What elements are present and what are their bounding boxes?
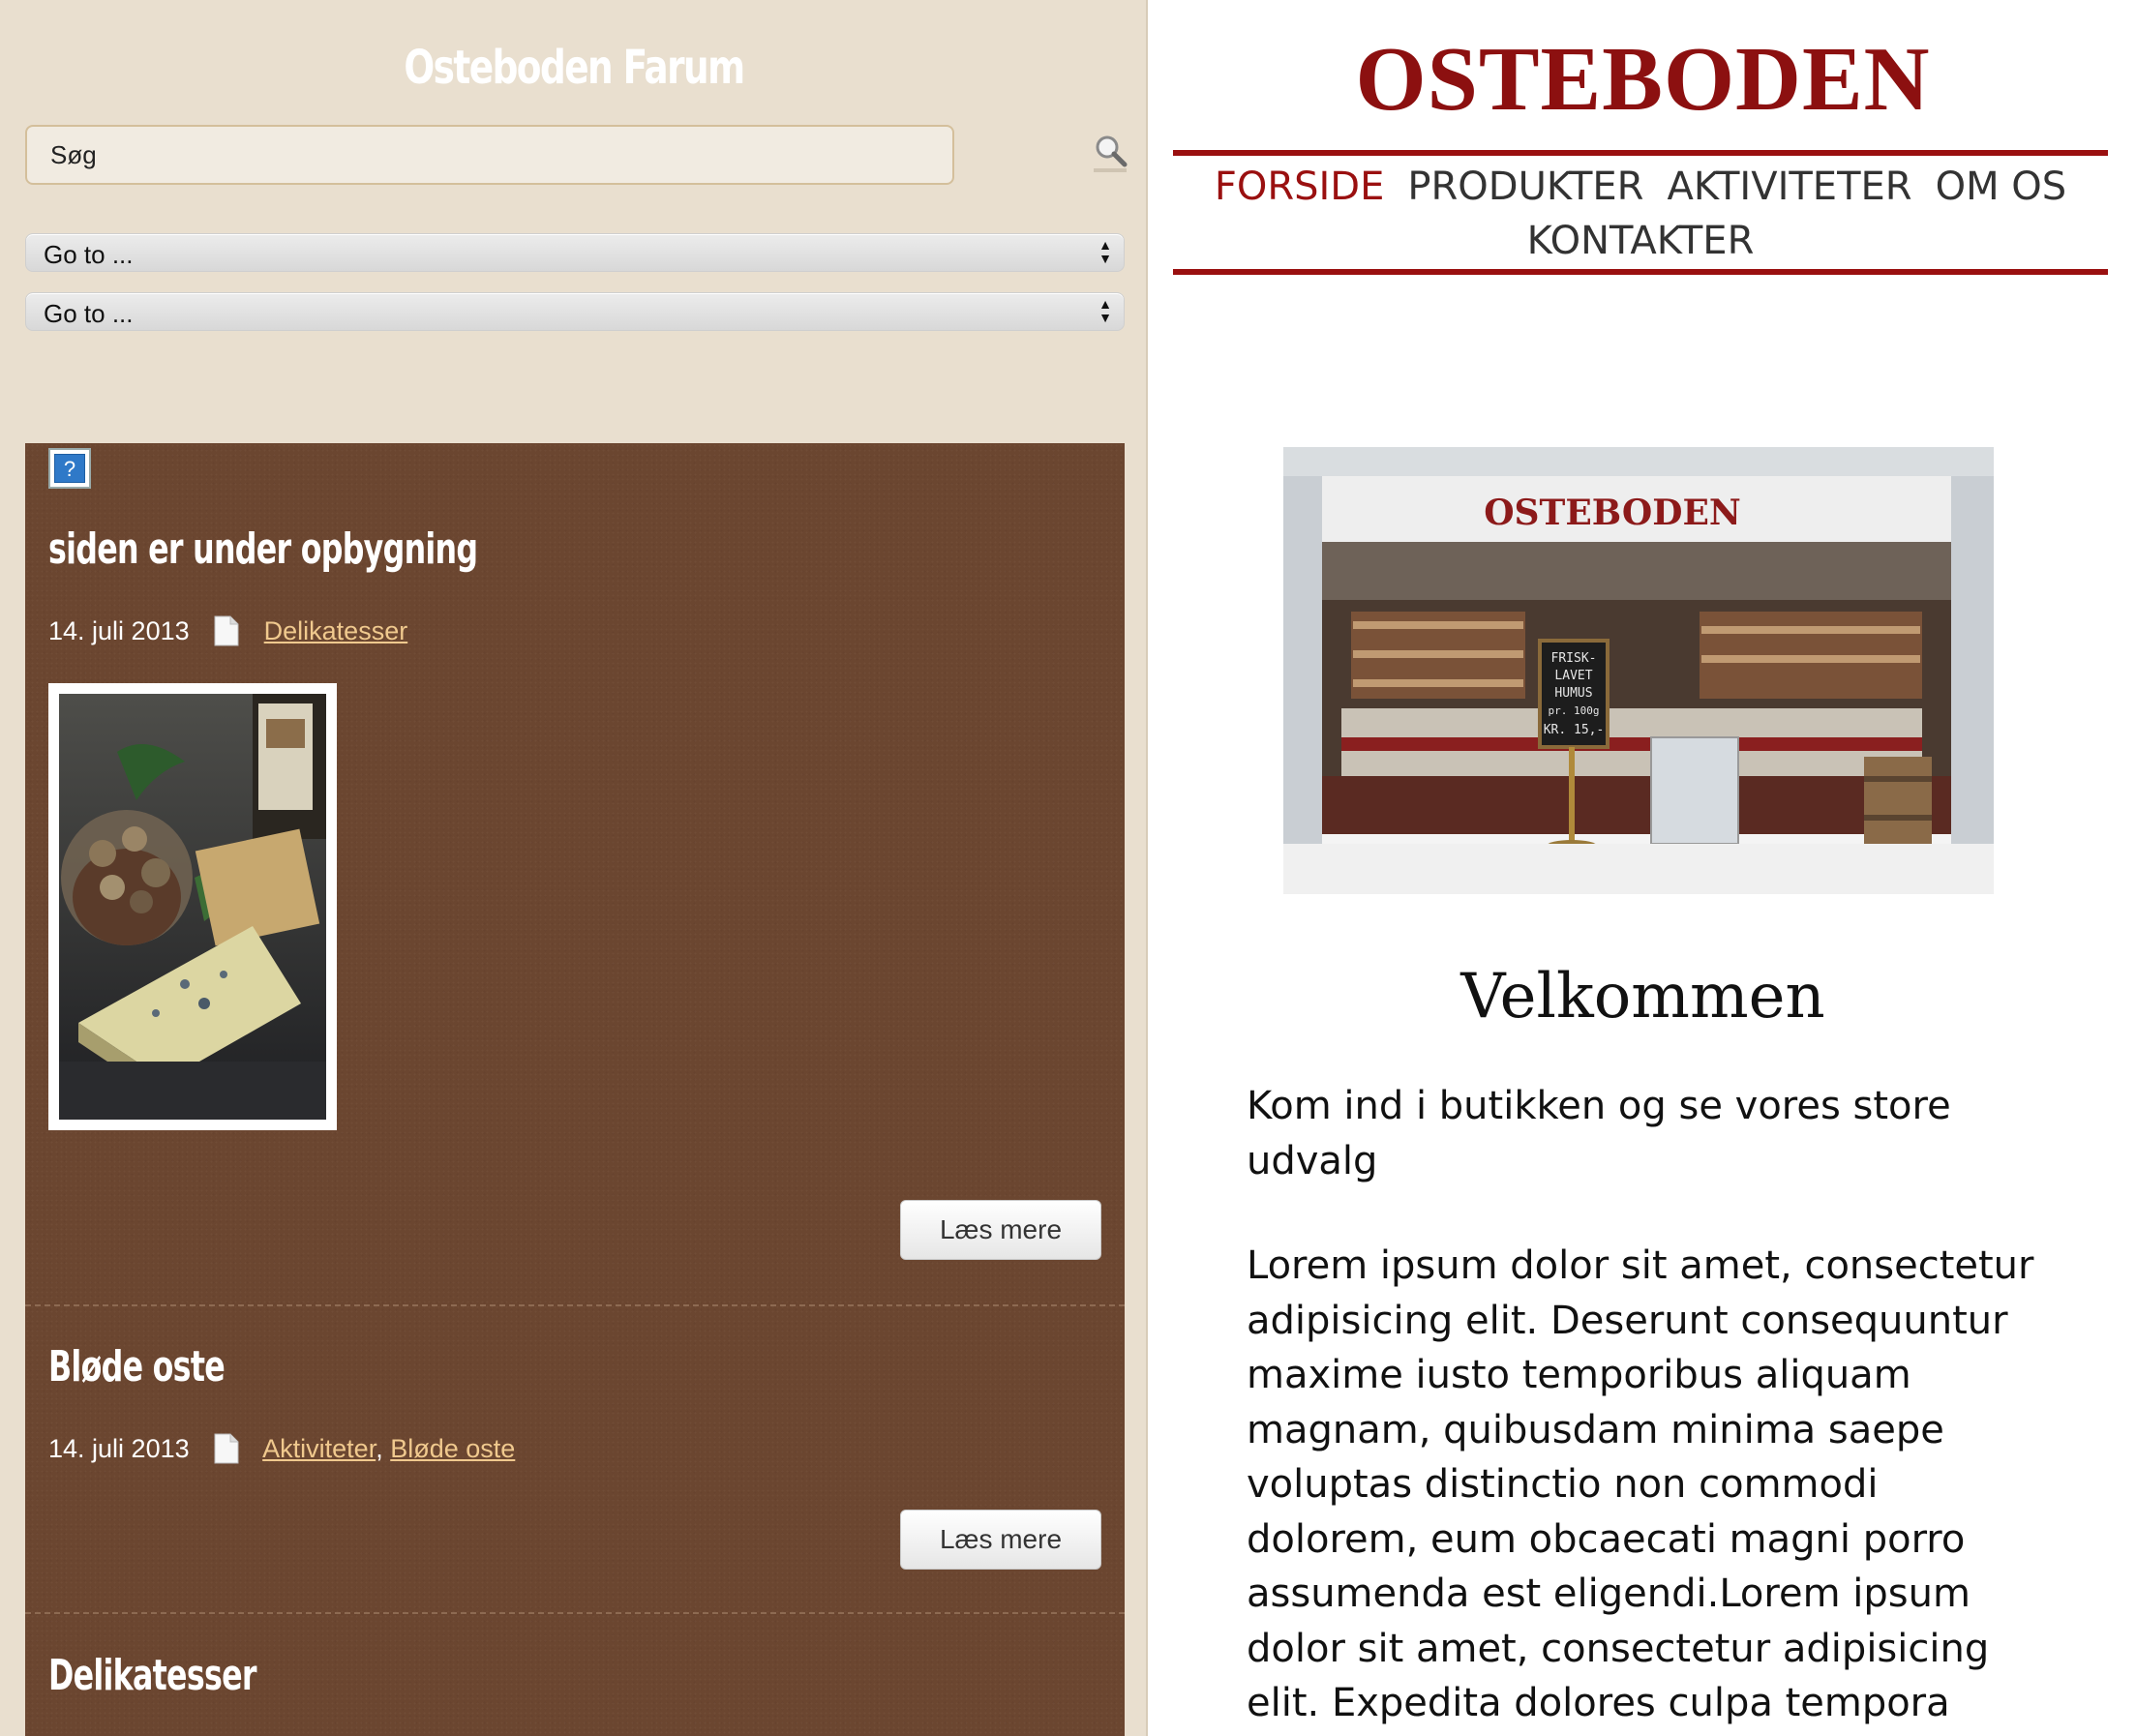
post-title[interactable]: siden er under opbygning	[48, 524, 478, 574]
category-link-delikatesser[interactable]: Delikatesser	[264, 616, 408, 645]
post-date: 14. juli 2013	[48, 616, 190, 645]
nav-item-forside[interactable]: FORSIDE	[1215, 165, 1385, 209]
read-more-button[interactable]: Læs mere	[900, 1200, 1101, 1260]
nav-item-produkter[interactable]: PRODUKTER	[1407, 165, 1643, 209]
select-arrows-icon: ▲ ▼	[1098, 296, 1112, 325]
select-arrows-icon: ▲ ▼	[1098, 237, 1112, 266]
desktop-site-panel: OSTEBODEN FORSIDE PRODUKTER AKTIVITETER OM …	[1150, 0, 2136, 1736]
shop-front-photo: OSTEBODEN FRISK- LAVET HUMUS pr. 100g KR…	[1283, 447, 1994, 894]
nav-rule-bottom	[1173, 269, 2108, 275]
post-title[interactable]: Bløde oste	[48, 1342, 226, 1392]
broken-image-icon: ?	[48, 448, 91, 489]
site-title[interactable]: Osteboden Farum	[126, 41, 1021, 95]
nav-item-aktiviteter[interactable]: AKTIVITETER	[1667, 165, 1911, 209]
goto-select-primary[interactable]: Go to ... ▲ ▼	[25, 233, 1125, 272]
body-paragraph: Lorem ipsum dolor sit amet, consectetur …	[1247, 1243, 2034, 1736]
category-link-aktiviteter[interactable]: Aktiviteter	[262, 1434, 376, 1463]
search-icon[interactable]	[1092, 132, 1130, 176]
post-title[interactable]: Delikatesser	[48, 1651, 256, 1700]
document-icon	[214, 615, 239, 646]
category-link-bloede-oste[interactable]: Bløde oste	[390, 1434, 515, 1463]
post-list: ? siden er under opbygning 14. juli 2013…	[25, 443, 1125, 1736]
goto-select-secondary[interactable]: Go to ... ▲ ▼	[25, 292, 1125, 331]
post-meta: 14. juli 2013 Aktiviteter, Bløde oste	[48, 1433, 515, 1464]
nav-rule-top	[1173, 150, 2108, 156]
lead-paragraph: Kom ind i butikken og se vores store udv…	[1247, 1084, 1951, 1183]
chalkboard-text: pr. 100g	[1549, 704, 1600, 717]
nav-item-kontakter[interactable]: KONTAKTER	[1527, 219, 1755, 263]
post-divider	[25, 1612, 1125, 1614]
cheese-photo	[59, 694, 326, 1120]
welcome-heading: Velkommen	[1460, 961, 1825, 1033]
mobile-blog-panel: Osteboden Farum Go to ... ▲▼ Go to ... ▲…	[0, 0, 1148, 1736]
read-more-button[interactable]: Læs mere	[900, 1510, 1101, 1570]
search-input[interactable]	[27, 127, 952, 183]
chalkboard-text: HUMUS	[1554, 686, 1592, 701]
shop-sign-text: OSTEBODEN	[1484, 493, 1741, 533]
search-box	[25, 125, 954, 185]
nav-item-om-os[interactable]: OM OS	[1936, 165, 2067, 209]
brand-logo[interactable]: OSTEBODEN	[1150, 27, 2136, 132]
chalkboard-text: FRISK-	[1551, 651, 1597, 666]
chalkboard-text: KR. 15,-	[1544, 723, 1605, 737]
chalkboard-text: LAVET	[1554, 669, 1592, 683]
goto-select-label: Go to ...	[44, 240, 134, 269]
document-icon	[214, 1433, 239, 1464]
goto-select-label: Go to ...	[44, 299, 134, 328]
main-nav: FORSIDE PRODUKTER AKTIVITETER OM OS KONTAKTE…	[1173, 160, 2108, 268]
post-meta: 14. juli 2013 Delikatesser	[48, 615, 407, 646]
post-date: 14. juli 2013	[48, 1434, 190, 1463]
category-separator: ,	[376, 1434, 383, 1463]
post-thumbnail[interactable]	[48, 683, 337, 1130]
post-divider	[25, 1304, 1125, 1306]
